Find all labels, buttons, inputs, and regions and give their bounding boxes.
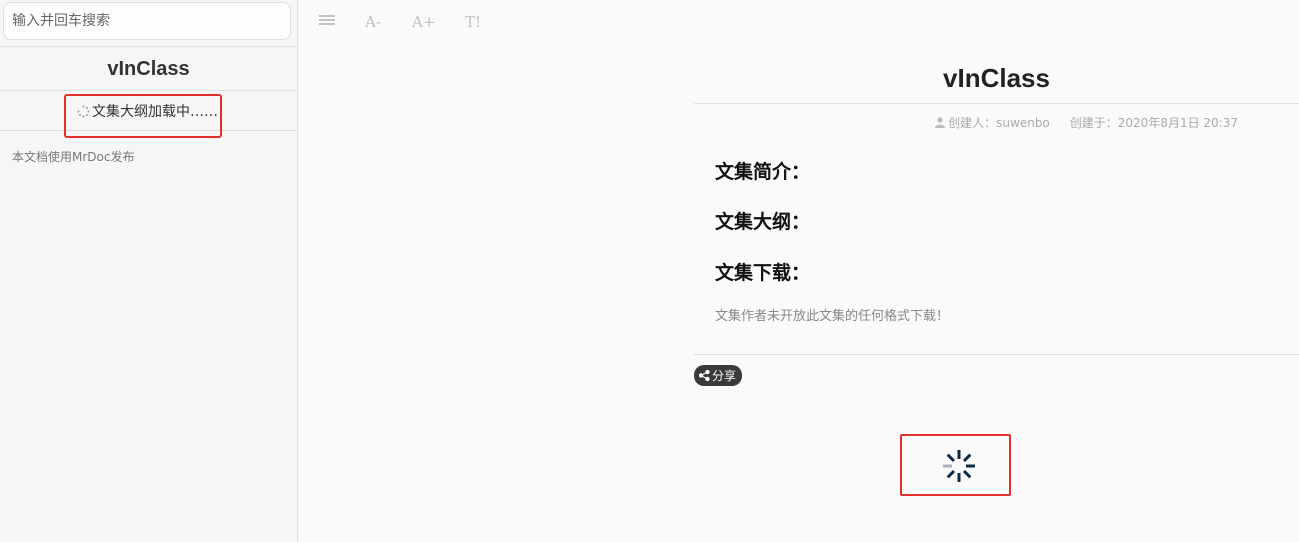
creator-text: 创建人：suwenbo	[948, 116, 1050, 130]
document-meta: 创建人：suwenbo 创建于：2020年8月1日 20:37	[694, 114, 1299, 131]
share-button[interactable]: 分享	[694, 365, 743, 386]
share-icon	[699, 370, 710, 381]
menu-icon[interactable]	[316, 12, 338, 32]
font-increase-button[interactable]: A+	[412, 13, 435, 31]
divider	[694, 354, 1299, 355]
document-title: vInClass	[694, 52, 1299, 104]
download-note: 文集作者未开放此文集的任何格式下载！	[715, 309, 950, 324]
search-input[interactable]	[3, 2, 291, 40]
search-bar	[0, 0, 297, 47]
font-style-button[interactable]: T!	[462, 13, 484, 31]
sidebar: vInClass 文集大纲加载中…… 本文档使用MrDoc发布	[0, 0, 298, 542]
section-download-heading: 文集下载：	[715, 262, 811, 284]
document-main: vInClass 创建人：suwenbo 创建于：2020年8月1日 20:37…	[694, 52, 1299, 386]
share-label: 分享	[712, 369, 737, 383]
section-outline-heading: 文集大纲：	[715, 211, 811, 233]
hamburger-icon	[319, 15, 335, 25]
sidebar-title[interactable]: vInClass	[0, 47, 297, 91]
user-icon	[935, 117, 946, 128]
page-loading-highlight	[900, 434, 1011, 496]
section-intro-heading: 文集简介：	[715, 161, 811, 183]
loading-spinner-icon	[943, 450, 975, 482]
toc-loading-row: 文集大纲加载中……	[0, 91, 297, 138]
toc-loading-text: 文集大纲加载中……	[92, 104, 218, 120]
loading-spinner-icon	[77, 105, 90, 117]
creator-meta: 创建人：suwenbo	[935, 114, 1050, 131]
reader-toolbar: A- A+ T!	[316, 8, 484, 36]
font-decrease-button[interactable]: A-	[362, 13, 384, 31]
publisher-note: 本文档使用MrDoc发布	[12, 150, 135, 164]
created-date: 创建于：2020年8月1日 20:37	[1069, 116, 1238, 130]
